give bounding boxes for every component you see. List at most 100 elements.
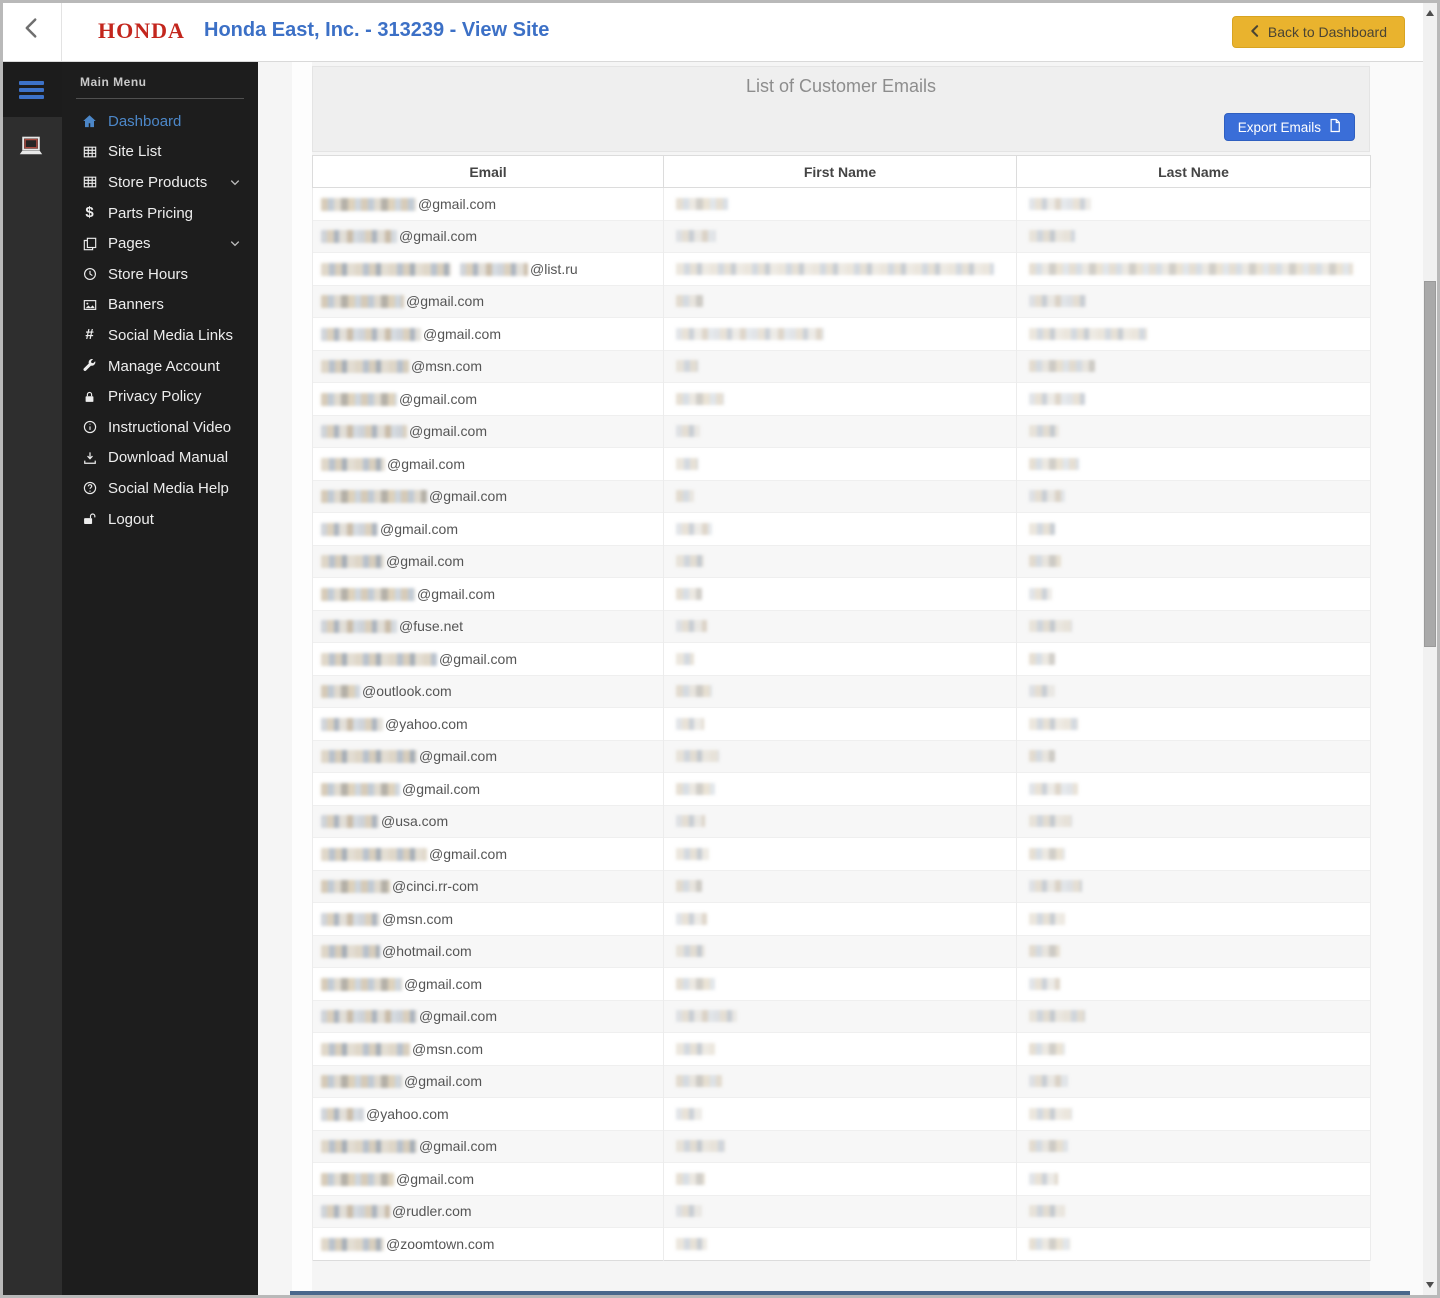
sidebar-item-store-products[interactable]: Store Products bbox=[76, 167, 244, 198]
redacted-last-name bbox=[1029, 555, 1061, 568]
sidebar-item-label: Store Hours bbox=[108, 265, 189, 283]
redacted-last-name bbox=[1029, 587, 1052, 600]
chevron-left-icon bbox=[1250, 24, 1259, 41]
redacted-first-name bbox=[676, 360, 698, 373]
table-row: @gmail.com bbox=[312, 544, 1371, 578]
email-domain: @yahoo.com bbox=[385, 715, 468, 732]
email-cell: @gmail.com bbox=[312, 837, 664, 870]
sidebar-item-parts-pricing[interactable]: $ Parts Pricing bbox=[76, 198, 244, 229]
sidebar-item-label: Logout bbox=[108, 510, 154, 528]
redacted-last-name bbox=[1029, 717, 1078, 730]
panel-title: List of Customer Emails bbox=[745, 76, 937, 96]
email-cell: @cinci.rr-com bbox=[312, 869, 664, 903]
redacted-first-name bbox=[676, 555, 704, 568]
email-domain: @gmail.com bbox=[380, 520, 459, 537]
scrollbar[interactable] bbox=[1423, 3, 1437, 1295]
main-content: List of Customer Emails Export Emails Em… bbox=[258, 62, 1424, 1298]
first-name-cell bbox=[663, 707, 1017, 740]
table-row: @gmail.com bbox=[312, 739, 1371, 773]
table-row: @gmail.com bbox=[312, 577, 1371, 610]
table-row: @msn.com bbox=[312, 902, 1371, 935]
email-domain: @gmail.com bbox=[423, 325, 502, 342]
sidebar-item-social-media-help[interactable]: Social Media Help bbox=[76, 473, 244, 504]
email-domain: @msn.com bbox=[382, 910, 453, 927]
sidebar-item-instructional-video[interactable]: Instructional Video bbox=[76, 412, 244, 443]
email-cell: @zoomtown.com bbox=[312, 1227, 664, 1260]
redacted-last-name bbox=[1029, 522, 1055, 535]
redacted-email-user bbox=[321, 782, 400, 796]
back-to-dashboard-label: Back to Dashboard bbox=[1267, 24, 1387, 40]
email-cell: @yahoo.com bbox=[312, 1097, 664, 1130]
redacted-last-name bbox=[1029, 1172, 1058, 1185]
sidebar-item-manage-account[interactable]: Manage Account bbox=[76, 351, 244, 382]
sidebar-item-pages[interactable]: Pages bbox=[76, 228, 244, 259]
table-row: @gmail.com bbox=[312, 284, 1371, 318]
chevron-down-icon bbox=[230, 240, 240, 247]
email-domain: @gmail.com bbox=[386, 553, 465, 570]
unlock-icon bbox=[80, 512, 99, 526]
first-name-cell bbox=[663, 512, 1017, 545]
laptop-icon[interactable] bbox=[0, 134, 62, 158]
sidebar-item-site-list[interactable]: Site List bbox=[76, 137, 244, 168]
last-name-cell bbox=[1016, 1097, 1371, 1130]
email-cell: @fuse.net bbox=[312, 609, 664, 643]
email-domain: @rudler.com bbox=[392, 1203, 472, 1220]
redacted-first-name bbox=[676, 977, 715, 990]
last-name-cell bbox=[1016, 317, 1371, 350]
sidebar-item-logout[interactable]: Logout bbox=[76, 504, 244, 535]
redacted-first-name bbox=[676, 782, 715, 795]
email-domain: @msn.com bbox=[412, 1040, 483, 1057]
table-row: @gmail.com bbox=[312, 999, 1371, 1033]
menu-toggle-button[interactable] bbox=[0, 62, 62, 117]
back-nav-button[interactable] bbox=[0, 0, 62, 61]
email-cell: @gmail.com bbox=[312, 187, 664, 220]
divider bbox=[292, 62, 312, 1298]
redacted-email-user bbox=[321, 945, 380, 959]
email-cell: @gmail.com bbox=[312, 479, 664, 513]
email-cell: @gmail.com bbox=[312, 1129, 664, 1163]
email-domain: @gmail.com bbox=[399, 228, 478, 245]
customer-emails-table: Email First Name Last Name @gmail.com @g… bbox=[312, 155, 1371, 1261]
email-cell: @gmail.com bbox=[312, 772, 664, 805]
sidebar-item-label: Social Media Links bbox=[108, 326, 234, 344]
menu-title: Main Menu bbox=[80, 75, 147, 89]
email-domain: @gmail.com bbox=[419, 748, 498, 765]
email-domain: @gmail.com bbox=[396, 1170, 475, 1187]
redacted-last-name bbox=[1029, 327, 1147, 340]
redacted-first-name bbox=[676, 457, 698, 470]
back-to-dashboard-button[interactable]: Back to Dashboard bbox=[1231, 16, 1405, 48]
sidebar-item-download-manual[interactable]: Download Manual bbox=[76, 443, 244, 474]
email-domain: @fuse.net bbox=[399, 618, 464, 635]
sidebar-item-privacy-policy[interactable]: Privacy Policy bbox=[76, 381, 244, 412]
scrollbar-thumb[interactable] bbox=[1424, 281, 1436, 647]
email-domain: @gmail.com bbox=[439, 650, 518, 667]
redacted-last-name bbox=[1029, 1042, 1065, 1055]
scroll-up-button[interactable] bbox=[1423, 5, 1437, 21]
sidebar-item-store-hours[interactable]: Store Hours bbox=[76, 259, 244, 290]
column-header-last-name: Last Name bbox=[1016, 155, 1371, 188]
last-name-cell bbox=[1016, 804, 1371, 838]
first-name-cell bbox=[663, 219, 1017, 253]
redacted-last-name bbox=[1029, 912, 1065, 925]
scroll-down-button[interactable] bbox=[1423, 1277, 1437, 1293]
sidebar-item-dashboard[interactable]: Dashboard bbox=[76, 106, 244, 137]
redacted-last-name bbox=[1029, 1237, 1070, 1250]
redacted-first-name bbox=[676, 685, 712, 698]
sidebar-item-social-media-links[interactable]: # Social Media Links bbox=[76, 320, 244, 351]
first-name-cell bbox=[663, 577, 1017, 610]
email-domain: @gmail.com bbox=[399, 390, 478, 407]
redacted-last-name bbox=[1029, 880, 1082, 893]
table-row: @zoomtown.com bbox=[312, 1227, 1371, 1260]
export-emails-button[interactable]: Export Emails bbox=[1223, 113, 1355, 141]
email-cell: @msn.com bbox=[312, 902, 664, 935]
email-cell: @gmail.com bbox=[312, 544, 664, 578]
sidebar-item-banners[interactable]: Banners bbox=[76, 290, 244, 321]
table-row: @gmail.com bbox=[312, 1064, 1371, 1098]
wrench-icon bbox=[80, 359, 99, 373]
redacted-email-user bbox=[321, 685, 360, 699]
email-domain: @gmail.com bbox=[387, 455, 466, 472]
redacted-last-name bbox=[1029, 620, 1072, 633]
email-cell: @gmail.com bbox=[312, 512, 664, 545]
email-cell: @gmail.com bbox=[312, 999, 664, 1033]
redacted-email-user bbox=[321, 620, 397, 634]
